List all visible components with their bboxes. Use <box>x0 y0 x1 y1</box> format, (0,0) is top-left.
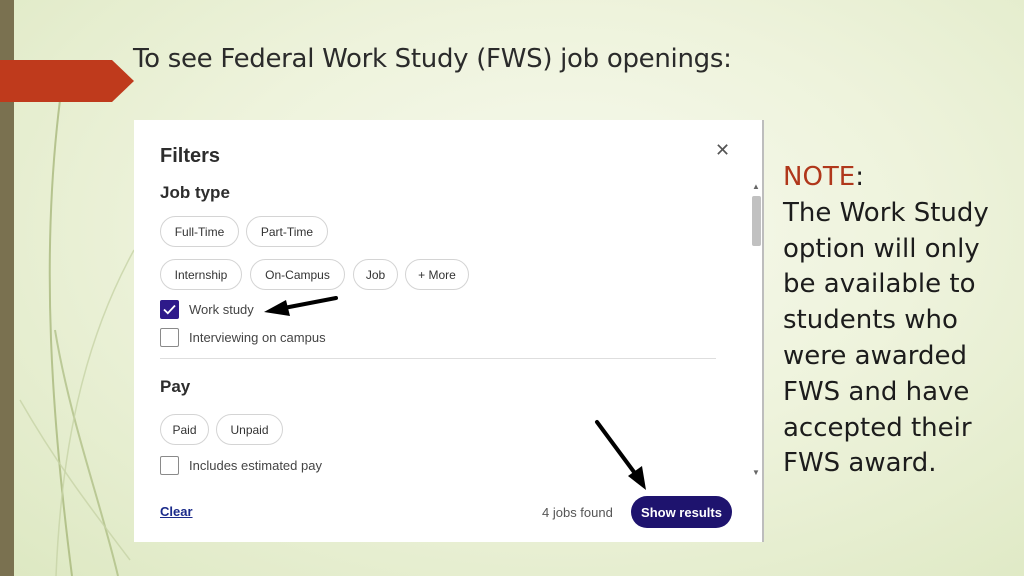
job-type-heading: Job type <box>160 183 230 202</box>
slide-title: To see Federal Work Study (FWS) job open… <box>133 44 732 74</box>
scroll-up-icon[interactable]: ▲ <box>752 182 760 191</box>
jobs-found-count: 4 jobs found <box>542 505 613 520</box>
scrollbar[interactable]: ▲ ▼ <box>751 182 762 480</box>
note-colon: : <box>855 162 864 192</box>
note-box: NOTE: The Work Study option will only be… <box>783 160 1013 482</box>
chip-paid[interactable]: Paid <box>160 414 209 445</box>
chip-on-campus[interactable]: On-Campus <box>250 259 345 290</box>
chip-full-time[interactable]: Full-Time <box>160 216 239 247</box>
note-line: FWS award. <box>783 448 937 479</box>
chip-unpaid[interactable]: Unpaid <box>216 414 283 445</box>
note-heading: NOTE: <box>783 160 1013 196</box>
chip-internship[interactable]: Internship <box>160 259 242 290</box>
show-results-button[interactable]: Show results <box>631 496 732 528</box>
note-line: accepted their <box>783 412 972 443</box>
note-line: be available to <box>783 269 976 300</box>
includes-estimated-pay-checkbox[interactable] <box>160 456 179 475</box>
filters-footer: Clear 4 jobs found Show results <box>134 480 762 542</box>
chip-job[interactable]: Job <box>353 259 398 290</box>
includes-estimated-pay-option[interactable]: Includes estimated pay <box>160 456 322 475</box>
work-study-label: Work study <box>189 302 254 317</box>
filters-screenshot: Filters ✕ Job type Full-Time Part-Time I… <box>134 120 764 542</box>
work-study-option[interactable]: Work study <box>160 300 254 319</box>
check-icon <box>163 304 176 315</box>
note-line: were awarded <box>783 340 968 371</box>
includes-estimated-pay-label: Includes estimated pay <box>189 458 322 473</box>
filters-title: Filters <box>160 145 221 167</box>
interviewing-on-campus-checkbox[interactable] <box>160 328 179 347</box>
note-label: NOTE <box>783 162 856 192</box>
work-study-checkbox[interactable] <box>160 300 179 319</box>
chip-more[interactable]: + More <box>405 259 469 290</box>
close-icon[interactable]: ✕ <box>715 140 730 161</box>
scroll-down-icon[interactable]: ▼ <box>752 468 760 477</box>
clear-link[interactable]: Clear <box>160 504 193 519</box>
note-line: students who <box>783 305 958 336</box>
title-accent-tab <box>0 60 134 102</box>
note-line: FWS and have <box>783 376 970 407</box>
section-divider <box>160 358 716 359</box>
interviewing-on-campus-option[interactable]: Interviewing on campus <box>160 328 326 347</box>
interviewing-on-campus-label: Interviewing on campus <box>189 330 326 345</box>
note-line: option will only <box>783 233 980 264</box>
scroll-thumb[interactable] <box>752 196 761 246</box>
note-line: The Work Study <box>783 197 989 228</box>
pay-heading: Pay <box>160 377 191 396</box>
chip-part-time[interactable]: Part-Time <box>246 216 328 247</box>
